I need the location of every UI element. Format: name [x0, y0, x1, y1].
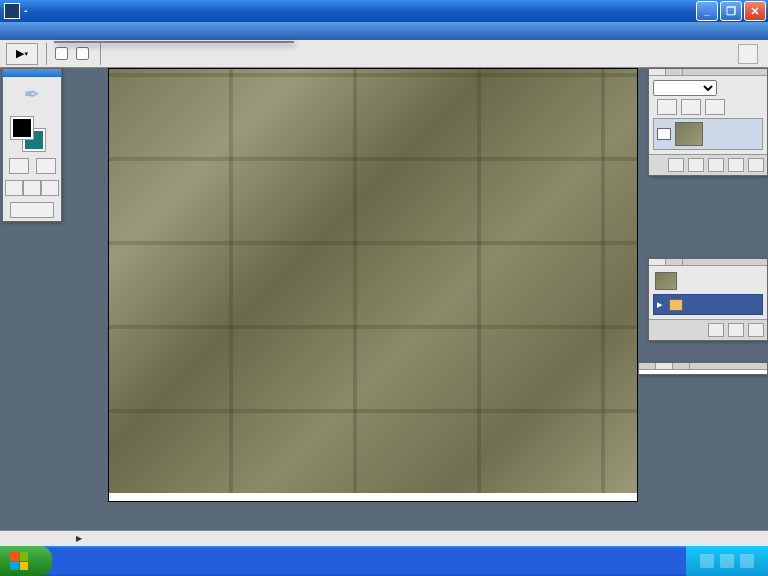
tab-paths[interactable] — [666, 69, 683, 75]
layer-delete-button[interactable] — [748, 158, 764, 172]
status-bar: ▶ — [0, 530, 768, 546]
status-menu-arrow-icon[interactable]: ▶ — [76, 534, 82, 543]
auto-select-checkbox[interactable] — [55, 47, 68, 60]
minimize-button[interactable]: _ — [696, 1, 718, 21]
screen-mode-3-button[interactable] — [41, 180, 59, 196]
canvas-image[interactable] — [109, 69, 637, 493]
standard-mode-button[interactable] — [9, 158, 29, 174]
system-tray — [686, 546, 768, 576]
ps-logo-icon: ✒ — [3, 77, 61, 111]
quickmask-mode-button[interactable] — [36, 158, 56, 174]
title-bar: - _ ❐ ✕ — [0, 0, 768, 22]
close-button[interactable]: ✕ — [744, 1, 766, 21]
foreground-color-swatch[interactable] — [11, 117, 33, 139]
tray-icon[interactable] — [720, 554, 734, 568]
options-bar: ▶▾ — [0, 40, 768, 68]
app-icon — [4, 3, 20, 19]
open-icon — [669, 299, 683, 311]
layer-mask-button[interactable] — [688, 158, 704, 172]
screen-mode-2-button[interactable] — [23, 180, 41, 196]
windows-logo-icon — [10, 552, 28, 570]
new-snapshot-button[interactable] — [728, 323, 744, 337]
tab-actions[interactable] — [666, 259, 683, 265]
history-snapshot[interactable] — [653, 270, 763, 292]
history-panel: ▸ — [648, 258, 768, 341]
blend-mode-select[interactable] — [653, 80, 717, 96]
new-doc-from-state-button[interactable] — [708, 323, 724, 337]
show-transform-checkbox[interactable] — [76, 47, 92, 60]
lock-pixels-button[interactable] — [681, 99, 701, 115]
layer-new-button[interactable] — [728, 158, 744, 172]
layer-thumbnail[interactable] — [675, 122, 703, 146]
panel-grip[interactable] — [3, 69, 61, 77]
imageready-button[interactable] — [10, 202, 54, 218]
lock-transparency-button[interactable] — [657, 99, 677, 115]
screen-mode-1-button[interactable] — [5, 180, 23, 196]
lock-position-button[interactable] — [705, 99, 725, 115]
layers-panel — [648, 68, 768, 176]
workspace: ✒ — [0, 68, 768, 546]
start-button[interactable] — [0, 546, 52, 576]
tray-icon[interactable] — [700, 554, 714, 568]
visibility-icon[interactable] — [657, 128, 671, 140]
history-thumbnail — [655, 272, 677, 290]
layer-fx-button[interactable] — [668, 158, 684, 172]
edit-menu-dropdown — [54, 41, 294, 43]
menu-bar — [0, 22, 768, 40]
document-window — [108, 68, 638, 502]
history-step[interactable]: ▸ — [653, 294, 763, 315]
swatches-panel — [638, 362, 768, 375]
workspace-icon[interactable] — [738, 44, 758, 64]
tab-swatches[interactable] — [656, 363, 673, 369]
tray-icon[interactable] — [740, 554, 754, 568]
tab-color[interactable] — [639, 363, 656, 369]
delete-state-button[interactable] — [748, 323, 764, 337]
tab-styles[interactable] — [673, 363, 690, 369]
tab-layers[interactable] — [649, 69, 666, 75]
window-title: - — [24, 5, 696, 17]
tab-history[interactable] — [649, 259, 666, 265]
taskbar — [0, 546, 768, 576]
layer-row[interactable] — [653, 118, 763, 150]
tool-preset-button[interactable]: ▶▾ — [6, 43, 38, 65]
color-swatches — [7, 115, 57, 151]
layer-folder-button[interactable] — [708, 158, 724, 172]
toolbox-panel: ✒ — [2, 68, 62, 222]
maximize-button[interactable]: ❐ — [720, 1, 742, 21]
